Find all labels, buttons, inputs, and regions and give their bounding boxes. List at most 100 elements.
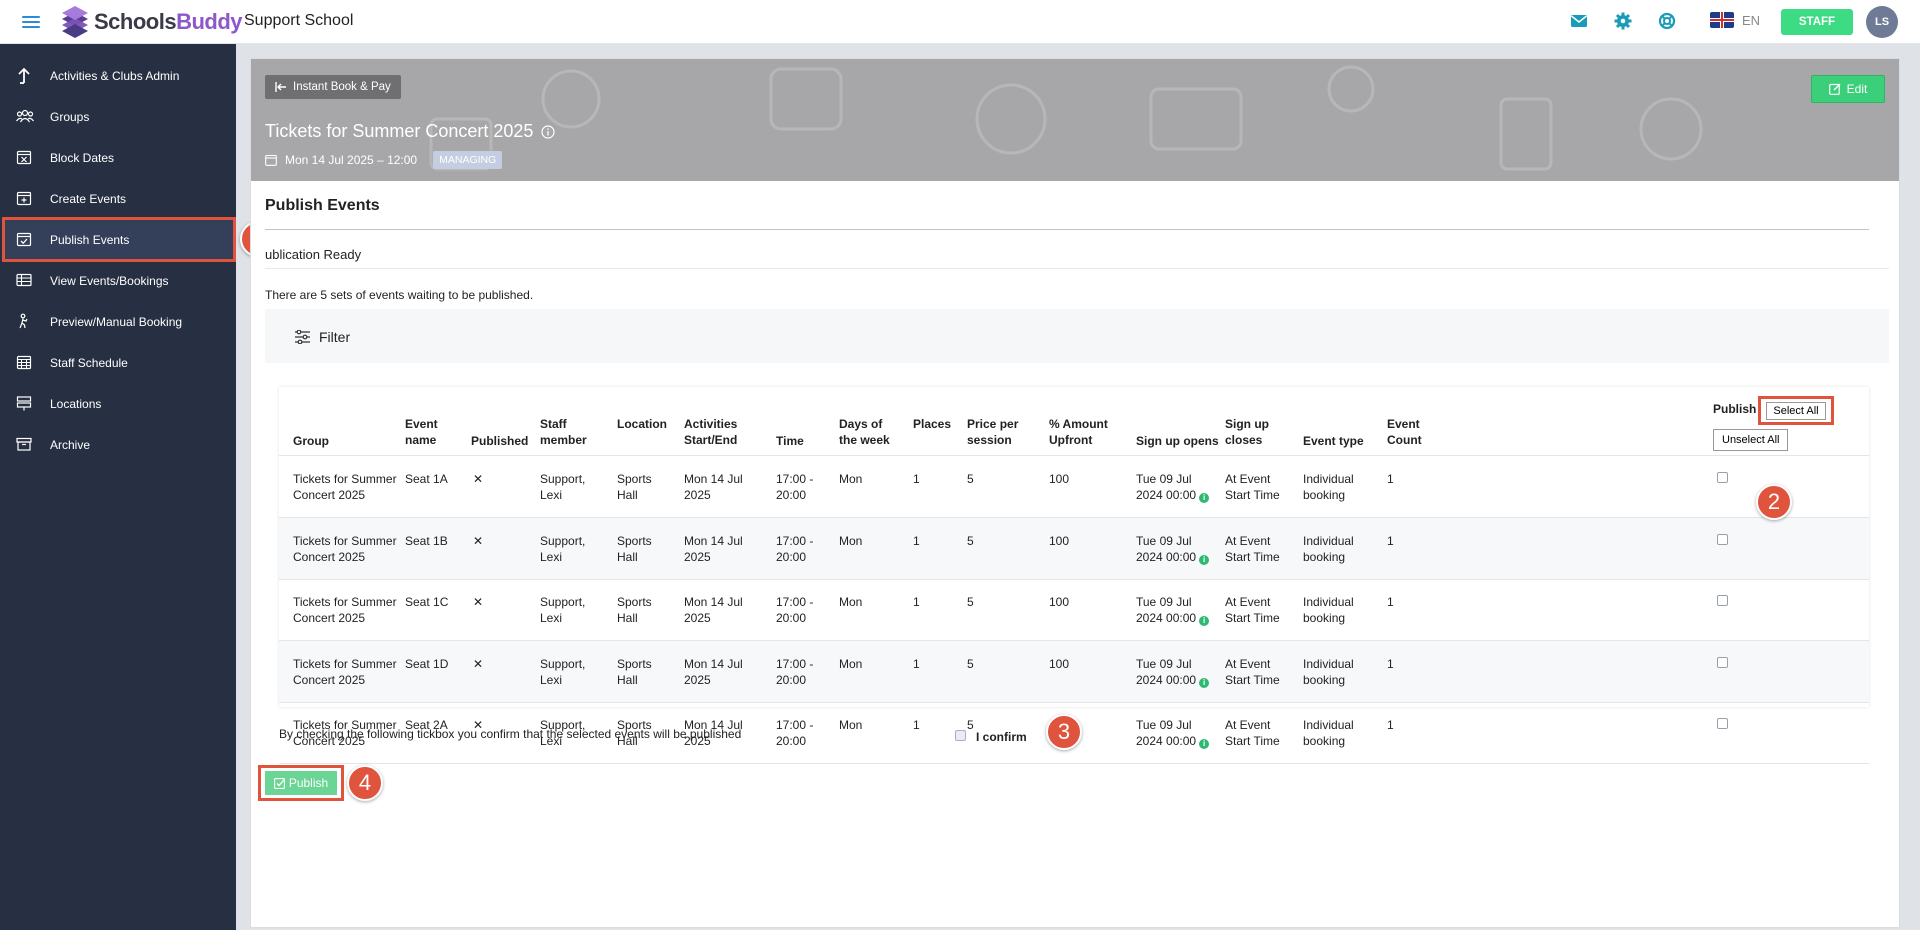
cell-price: 5: [967, 717, 974, 733]
publish-checkbox[interactable]: [1717, 656, 1728, 668]
cell-price: 5: [967, 533, 974, 549]
create-events-icon: [16, 191, 32, 206]
cell-staff: Support, Lexi: [540, 471, 585, 503]
cell-text: 17:00 -: [776, 718, 814, 732]
cell-event-name: Seat 1C: [405, 594, 448, 610]
publish-button-label: Publish: [288, 776, 329, 790]
cell-text: Hall: [617, 549, 638, 564]
cell-event-name: Seat 1D: [405, 656, 448, 672]
header-published: Published: [471, 434, 529, 448]
cell-text: Seat 1A: [405, 472, 448, 486]
back-to-instant-book-button[interactable]: Instant Book & Pay: [265, 75, 401, 99]
cell-text: Tickets for Summer: [293, 656, 397, 671]
managing-badge: MANAGING: [433, 151, 503, 169]
cell-text: 1: [1387, 656, 1394, 671]
info-dot-icon[interactable]: i: [1199, 739, 1210, 749]
arrow-up-icon: [18, 67, 30, 84]
publish-button[interactable]: Publish: [265, 771, 337, 795]
cell-text: Tickets for Summer: [293, 595, 397, 609]
sidebar-item-publish-events[interactable]: Publish Events: [2, 217, 236, 262]
cell-text: 17:00 -: [776, 656, 814, 671]
cell-text: 1: [913, 718, 920, 732]
main-content: Instant Book & Pay Edit Tickets for Summ…: [250, 58, 1900, 928]
sidebar-item-groups[interactable]: Groups: [0, 96, 236, 137]
sidebar-item-label: View Events/Bookings: [50, 273, 169, 288]
filter-panel[interactable]: Filter: [265, 309, 1889, 363]
cell-text: Sports: [617, 533, 652, 548]
cell-signup-opens: Tue 09 Jul 2024 00:00 i: [1136, 471, 1210, 503]
cell-text: 20:00: [776, 549, 807, 564]
publish-checkbox[interactable]: [1717, 533, 1728, 545]
cell-text: Individual: [1303, 656, 1354, 671]
select-all-button[interactable]: Select All: [1766, 401, 1826, 420]
info-icon[interactable]: [541, 124, 556, 139]
edit-button[interactable]: Edit: [1811, 75, 1885, 103]
cell-places: 1: [913, 533, 920, 549]
header-publish: Publish: [1713, 402, 1757, 416]
info-dot-icon[interactable]: i: [1199, 493, 1210, 503]
publication-ready-tab[interactable]: ublication Ready: [265, 247, 361, 262]
cell-signup-opens: Tue 09 Jul 2024 00:00 i: [1136, 717, 1210, 749]
cell-event-count: 1: [1387, 656, 1394, 672]
sidebar-item-archive[interactable]: Archive: [0, 424, 236, 465]
publish-events-icon: [16, 232, 32, 247]
unselect-all-button[interactable]: Unselect All: [1713, 429, 1789, 451]
cell-text: 1: [1387, 595, 1394, 609]
cell-text: Tue 09 Jul: [1136, 595, 1192, 609]
sidebar-item-staff-schedule[interactable]: Staff Schedule: [0, 342, 236, 383]
event-header-banner: Instant Book & Pay Edit Tickets for Summ…: [251, 59, 1899, 181]
cell-text: 5: [967, 472, 974, 486]
cell-days: Mon: [839, 594, 862, 610]
uk-flag-icon: [1710, 12, 1734, 28]
cell-text: Start Time: [1225, 488, 1280, 502]
cell-places: 1: [913, 656, 920, 672]
sidebar-item-create-events[interactable]: Create Events: [0, 178, 236, 219]
sidebar-item-preview-booking[interactable]: Preview/Manual Booking: [0, 301, 236, 342]
help-lifebuoy-icon[interactable]: [1658, 12, 1676, 30]
cell-text: 1: [913, 472, 920, 486]
info-dot-icon[interactable]: i: [1199, 616, 1210, 626]
cell-signup-closes: At Event Start Time: [1225, 656, 1280, 688]
cell-upfront: 100: [1049, 533, 1069, 549]
confirm-checkbox[interactable]: [955, 730, 966, 741]
cell-text: Individual: [1303, 472, 1354, 486]
cell-text: Tue 09 Jul: [1136, 533, 1192, 548]
cell-text: 2025: [684, 488, 711, 502]
publish-checkbox[interactable]: [1717, 718, 1728, 729]
cell-start-end: Mon 14 Jul 2025: [684, 656, 743, 688]
cell-days: Mon: [839, 656, 862, 672]
back-arrow-icon: [275, 82, 286, 92]
archive-icon: [16, 437, 32, 451]
cell-text: 100: [1049, 533, 1070, 548]
cell-signup-closes: At Event Start Time: [1225, 471, 1280, 503]
sidebar-item-activities-admin[interactable]: Activities & Clubs Admin: [0, 55, 236, 96]
cell-text: booking: [1303, 611, 1346, 625]
hamburger-menu-icon[interactable]: [22, 13, 40, 31]
cell-text: 1: [913, 656, 920, 671]
staff-role-button[interactable]: STAFF: [1781, 9, 1853, 35]
cell-start-end: Mon 14 Jul 2025: [684, 594, 743, 626]
header-days: Days of the week: [839, 417, 890, 447]
cell-upfront: 100: [1049, 656, 1069, 672]
cell-text: Hall: [617, 611, 638, 625]
cell-signup-closes: At Event Start Time: [1225, 717, 1280, 749]
cell-places: 1: [913, 717, 920, 733]
cell-time: 17:00 -20:00: [776, 533, 813, 565]
publish-checkbox[interactable]: [1717, 595, 1728, 606]
mail-icon[interactable]: [1570, 12, 1588, 30]
cell-start-end: Mon 14 Jul 2025: [684, 471, 743, 503]
signpost-icon: [16, 396, 32, 411]
language-selector[interactable]: EN: [1710, 12, 1760, 28]
cell-text: Start Time: [1225, 549, 1280, 564]
cell-signup-opens: Tue 09 Jul 2024 00:00 i: [1136, 594, 1210, 626]
logo[interactable]: SchoolsBuddy: [60, 5, 243, 39]
sidebar-item-block-dates[interactable]: Block Dates: [0, 137, 236, 178]
gear-icon[interactable]: [1614, 12, 1632, 30]
avatar[interactable]: LS: [1866, 6, 1898, 38]
sidebar-item-view-events[interactable]: View Events/Bookings: [0, 260, 236, 301]
publish-checkbox[interactable]: [1717, 472, 1728, 483]
info-dot-icon[interactable]: i: [1199, 554, 1210, 565]
header-event-name: Event name: [405, 417, 438, 447]
sidebar-item-locations[interactable]: Locations: [0, 383, 236, 424]
info-dot-icon[interactable]: i: [1199, 677, 1210, 688]
